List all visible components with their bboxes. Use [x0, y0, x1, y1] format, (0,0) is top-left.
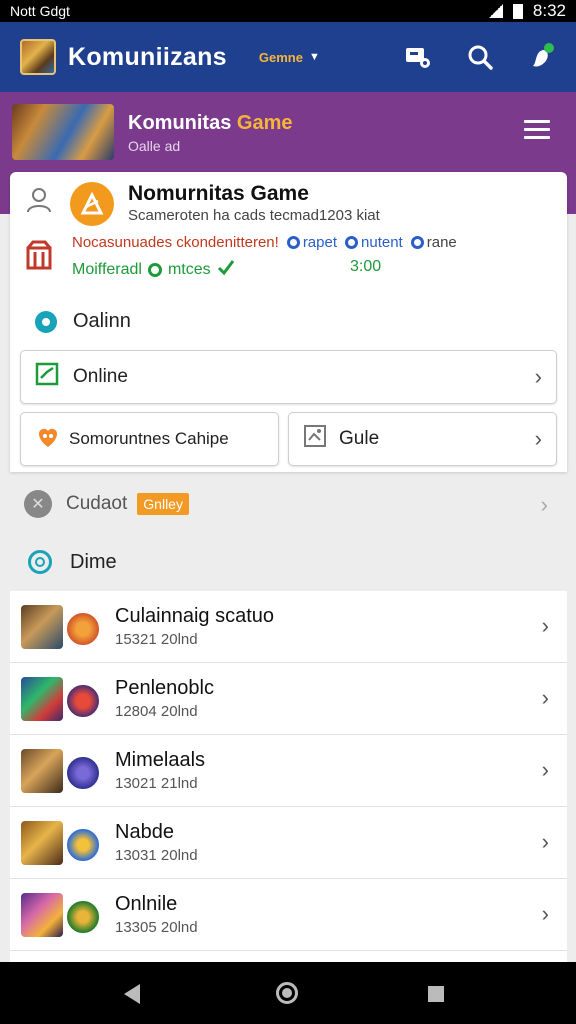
guide-button[interactable]: Gule ›	[288, 412, 557, 466]
check-icon	[217, 258, 235, 281]
list-item-sub: 13305 20lnd	[115, 919, 198, 936]
contact-label: Cudaot	[66, 493, 128, 514]
game-badge-icon	[65, 898, 101, 935]
chevron-right-icon: ›	[541, 685, 549, 710]
chevron-down-icon: ▼	[308, 51, 320, 63]
chevron-right-icon: ›	[541, 901, 549, 926]
dime-section-label: Dime	[28, 550, 117, 574]
community-button-label: Somoruntnes Cahipe	[69, 429, 229, 448]
online-section-label: Oalinn	[35, 310, 131, 333]
game-thumbnail	[21, 820, 63, 865]
app-title: Komuniizans	[68, 42, 227, 71]
game-thumbnail	[21, 604, 63, 649]
list-item-title: Mimelaals	[115, 749, 206, 771]
card-meta-row: Nocasunuades ckondenitteren! rapet nuten…	[72, 234, 457, 251]
list-item-title: Penlenoblc	[115, 677, 214, 699]
status-dot-icon	[147, 262, 162, 277]
chevron-right-icon: ›	[534, 426, 542, 451]
list-item-title: Culainnaig scatuo	[115, 605, 274, 627]
banner-title: Komunitas Game	[128, 112, 293, 134]
game-dropdown[interactable]: Gemne ▼	[259, 50, 320, 65]
list-item-sub: 12804 20lnd	[115, 703, 198, 720]
game-list: Culainnaig scatuo 15321 20lnd › Penlenob…	[10, 591, 567, 962]
game-thumbnail	[21, 676, 63, 721]
battery-icon	[512, 3, 523, 19]
target-icon	[28, 550, 52, 574]
close-circle-icon: ✕	[24, 490, 52, 518]
gallery-badge: Gnlley	[137, 493, 189, 515]
game-thumbnail	[21, 748, 63, 793]
notification-icon[interactable]	[524, 39, 560, 75]
card-subtitle: Scameroten ha cads tecmad1203 kiat	[128, 207, 380, 224]
card-title: Nomurnitas Game	[128, 182, 309, 205]
recent-apps-icon[interactable]	[428, 986, 444, 1002]
signal-icon	[488, 4, 503, 18]
game-badge-icon	[65, 682, 101, 719]
home-icon[interactable]	[276, 982, 298, 1004]
app-bar: Komuniizans Gemne ▼	[0, 22, 576, 92]
game-badge-icon	[65, 826, 101, 863]
heart-icon	[35, 424, 61, 455]
card-time: 3:00	[350, 258, 382, 275]
tag-chip[interactable]: nutent	[345, 234, 403, 251]
shop-icon[interactable]	[25, 240, 53, 275]
chevron-right-icon: ›	[541, 829, 549, 854]
card-meta-text: Nocasunuades ckondenitteren!	[72, 234, 279, 251]
list-item[interactable]: Onlnile 13305 20lnd ›	[10, 879, 567, 951]
list-item-sub: 15321 20lnd	[115, 631, 198, 648]
list-item[interactable]: Penlenoblc 12804 20lnd ›	[10, 663, 567, 735]
back-icon[interactable]	[124, 984, 140, 1004]
online-status-icon	[35, 310, 57, 333]
checkbox-icon	[35, 362, 59, 392]
guide-button-label: Gule	[339, 428, 380, 449]
list-item-title: Nabde	[115, 821, 174, 843]
image-icon	[303, 424, 327, 454]
chevron-right-icon: ›	[541, 757, 549, 782]
clock: 8:32	[532, 1, 566, 20]
game-dropdown-label: Gemne	[258, 49, 303, 65]
card-status-row: Moifferadl mtces	[72, 258, 235, 281]
list-item-sub: 13031 20lnd	[115, 847, 198, 864]
banner-subtitle: Oalle ad	[128, 138, 181, 154]
list-item[interactable]: Nabde 13031 20lnd ›	[10, 807, 567, 879]
status-tag: mtces	[167, 260, 211, 278]
tag-chip[interactable]: rane	[410, 234, 457, 251]
chevron-right-icon[interactable]: ›	[541, 492, 548, 518]
chat-icon[interactable]	[400, 39, 436, 75]
game-banner-image	[12, 104, 114, 160]
online-button-label: Online	[73, 366, 128, 387]
chevron-right-icon: ›	[534, 364, 542, 389]
game-badge-icon	[65, 754, 101, 791]
menu-icon[interactable]	[524, 120, 550, 144]
profile-icon[interactable]	[25, 186, 53, 219]
list-item-sub: 13021 21lnd	[115, 775, 198, 792]
system-nav-bar	[0, 962, 576, 1024]
online-button[interactable]: Online ›	[20, 350, 557, 404]
chevron-right-icon: ›	[541, 613, 549, 638]
status-bar: Nott Gdgt 8:32	[0, 0, 576, 22]
list-item[interactable]: Culainnaig scatuo 15321 20lnd ›	[10, 591, 567, 663]
community-logo	[70, 182, 114, 226]
list-item-title: Onlnile	[115, 893, 178, 915]
tag-chip[interactable]: rapet	[286, 234, 337, 251]
community-button[interactable]: Somoruntnes Cahipe	[20, 412, 279, 466]
game-thumbnail	[21, 892, 63, 937]
game-badge-icon	[65, 610, 101, 647]
contact-row[interactable]: ✕ Cudaot Gnlley	[24, 490, 189, 518]
list-item[interactable]: Mimelaals 13021 21lnd ›	[10, 735, 567, 807]
status-text: Moifferadl	[72, 260, 142, 278]
app-avatar[interactable]	[20, 39, 56, 75]
carrier-label: Nott Gdgt	[10, 3, 70, 19]
search-icon[interactable]	[462, 39, 498, 75]
